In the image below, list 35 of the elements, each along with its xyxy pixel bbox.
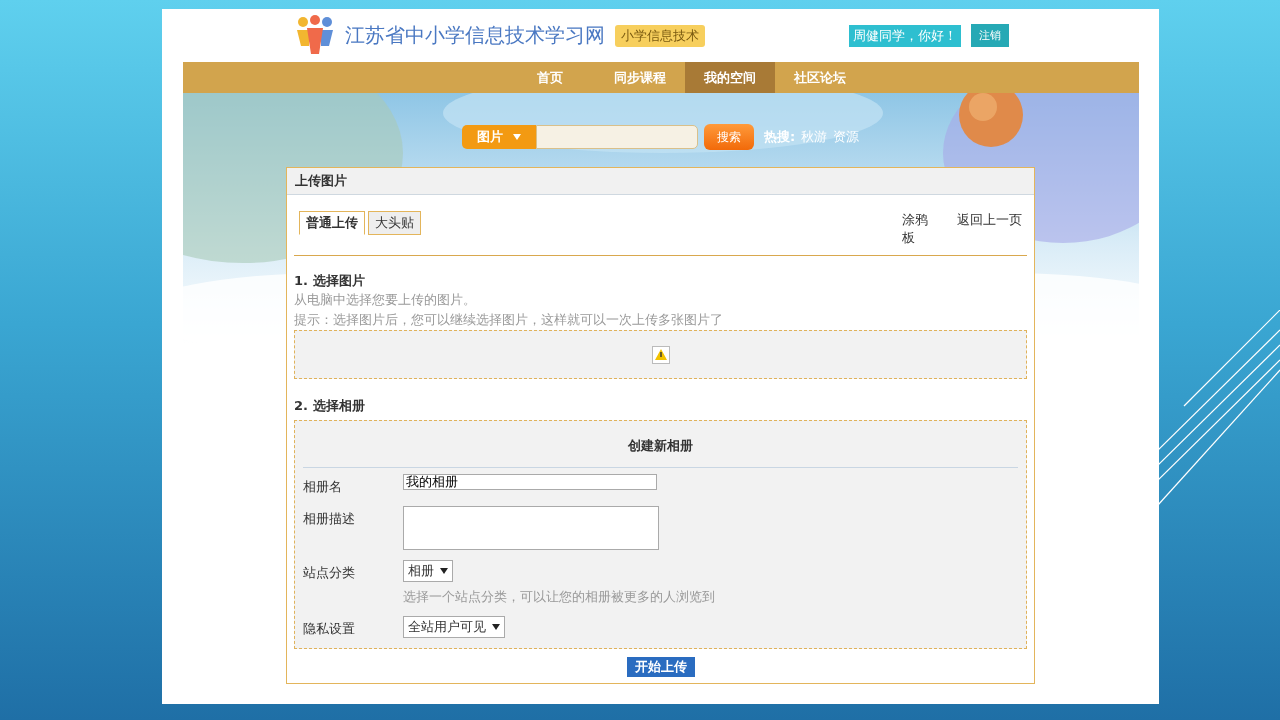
field-label: 相册描述 — [303, 510, 356, 528]
nav-item[interactable]: 首页 — [504, 62, 595, 93]
caret-icon — [512, 134, 521, 140]
nav-item[interactable]: 同步课程 — [594, 62, 685, 93]
panel-title: 上传图片 — [287, 168, 1034, 195]
upload-tab[interactable]: 大头贴 — [368, 211, 421, 235]
caret-icon — [440, 568, 448, 574]
warning-icon — [651, 345, 670, 364]
step-heading: 2. 选择相册 — [294, 397, 366, 415]
greeting-badge: 周健同学，你好！ — [848, 24, 961, 47]
album-name-field[interactable]: 我的相册 — [403, 474, 657, 490]
nav-item[interactable]: 我的空间 — [684, 62, 775, 93]
hot-search-label: 热搜: — [763, 128, 796, 146]
logout-button[interactable]: 注销 — [970, 24, 1009, 47]
field-label: 站点分类 — [303, 564, 356, 582]
select-dropdown[interactable]: 相册 — [403, 560, 453, 582]
search-button[interactable]: 搜索 — [703, 124, 754, 150]
field-label: 隐私设置 — [303, 620, 356, 638]
instruction-text: 从电脑中选择您要上传的图片。 — [294, 291, 477, 309]
select-dropdown[interactable]: 全站用户可见 — [403, 616, 505, 638]
upload-tab[interactable]: 普通上传 — [299, 211, 365, 235]
description-field[interactable] — [403, 506, 659, 550]
caret-icon — [492, 624, 500, 630]
start-upload-button[interactable]: 开始上传 — [626, 657, 695, 677]
category-dropdown[interactable]: 图片 — [461, 125, 536, 149]
step-heading: 1. 选择图片 — [294, 272, 366, 290]
drop-area[interactable] — [294, 330, 1027, 379]
page-link[interactable]: 返回上一页 — [957, 211, 1022, 229]
field-label: 相册名 — [303, 478, 343, 496]
site-tag: 小学信息技术 — [614, 24, 705, 47]
page-link[interactable]: 涂鸦板 — [902, 211, 930, 247]
nav-item[interactable]: 社区论坛 — [774, 62, 865, 93]
form-title: 创建新相册 — [303, 421, 1018, 468]
site-title: 江苏省中小学信息技术学习网 — [344, 22, 605, 49]
search-field[interactable] — [535, 125, 698, 149]
